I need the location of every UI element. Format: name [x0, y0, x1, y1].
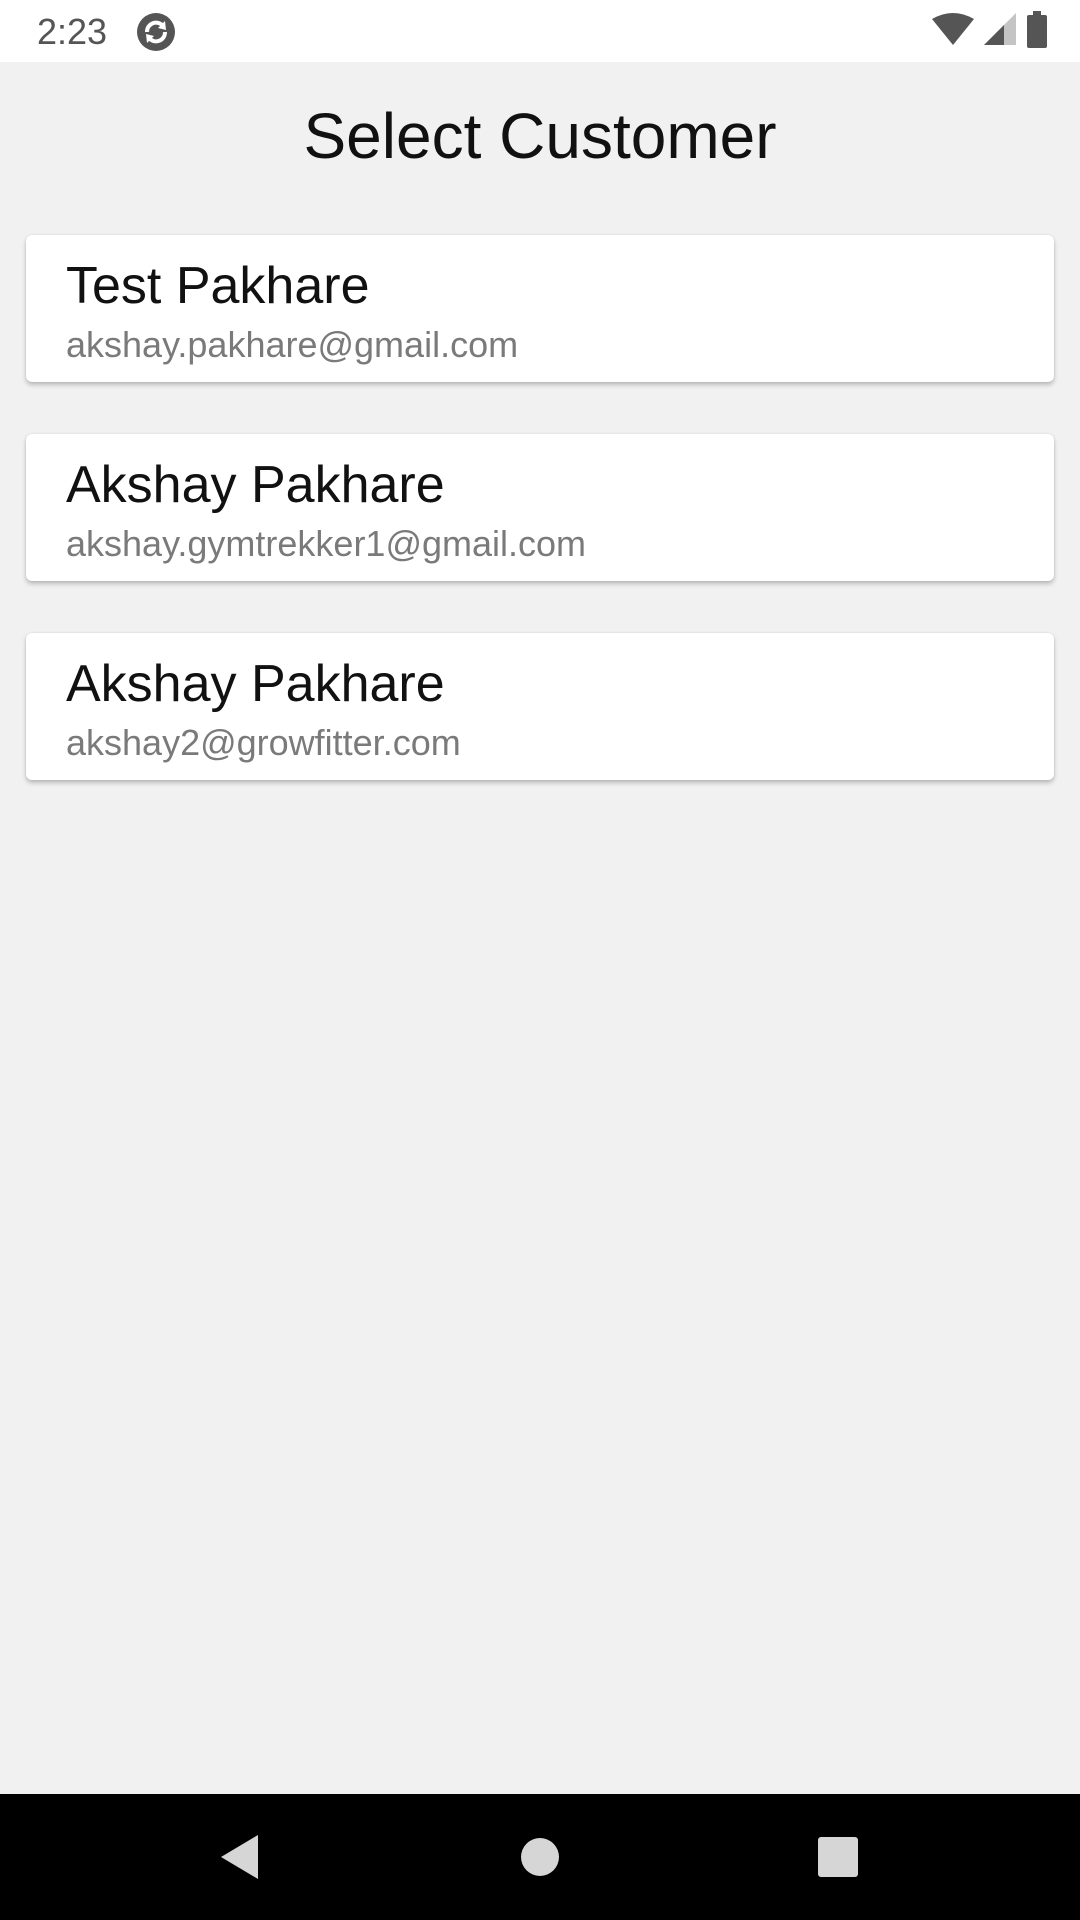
signal-icon: [984, 12, 1016, 52]
back-icon[interactable]: [210, 1827, 270, 1887]
customer-list: Test Pakhare akshay.pakhare@gmail.com Ak…: [26, 235, 1054, 832]
recents-icon[interactable]: [808, 1827, 868, 1887]
navigation-bar: [0, 1794, 1080, 1920]
sync-icon: [136, 12, 176, 52]
customer-email: akshay.gymtrekker1@gmail.com: [66, 523, 587, 564]
customer-card[interactable]: Test Pakhare akshay.pakhare@gmail.com: [26, 235, 1054, 382]
customer-card[interactable]: Akshay Pakhare akshay.gymtrekker1@gmail.…: [26, 434, 1054, 581]
screen: 2:23 Select Customer Test Pakhare akshay…: [0, 0, 1080, 1920]
customer-name: Akshay Pakhare: [66, 655, 445, 713]
wifi-icon: [932, 12, 974, 52]
status-bar: 2:23: [0, 0, 1080, 62]
customer-name: Akshay Pakhare: [66, 456, 445, 514]
customer-email: akshay2@growfitter.com: [66, 722, 461, 763]
battery-icon: [1026, 10, 1048, 54]
page-title: Select Customer: [303, 100, 777, 172]
status-icons: [932, 10, 1048, 54]
customer-card[interactable]: Akshay Pakhare akshay2@growfitter.com: [26, 633, 1054, 780]
customer-name: Test Pakhare: [66, 257, 370, 315]
customer-email: akshay.pakhare@gmail.com: [66, 324, 519, 365]
status-time: 2:23: [37, 11, 108, 52]
home-icon[interactable]: [510, 1827, 570, 1887]
